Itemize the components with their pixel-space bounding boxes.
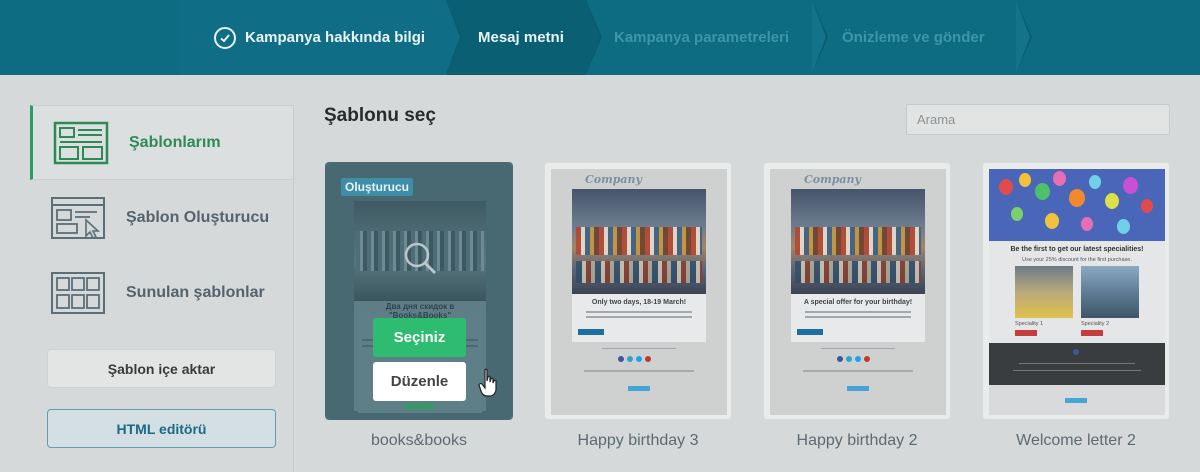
- wizard-step-preview-send[interactable]: Önizleme ve gönder: [812, 0, 1032, 75]
- my-templates-icon: [53, 121, 109, 164]
- sidebar-item-label: Sunulan şablonlar: [126, 283, 265, 301]
- magnifier-icon[interactable]: [403, 241, 437, 275]
- import-template-button[interactable]: Şablon içe aktar: [47, 349, 276, 388]
- html-editor-button[interactable]: HTML editörü: [47, 409, 276, 448]
- template-name: Welcome letter 2: [1016, 432, 1136, 449]
- preview-logo: Company: [585, 173, 642, 186]
- template-preview: Company A special offer for your birthda…: [770, 169, 946, 415]
- campaign-wizard: Önizleme ve gönder Kampanya parametreler…: [0, 0, 1200, 75]
- wizard-step-label: Önizleme ve gönder: [842, 29, 985, 46]
- sidebar-item-label: Şablonlarım: [129, 133, 221, 151]
- sidebar-item-template-builder[interactable]: Şablon Oluşturucu: [30, 180, 293, 255]
- wizard-step-label: Kampanya parametreleri: [614, 29, 790, 46]
- template-card-happy-birthday-2[interactable]: Company A special offer for your birthda…: [763, 162, 951, 420]
- template-preview-subheading: Use your 25% discount for the first purc…: [1022, 257, 1132, 263]
- template-preview-heading: A special offer for your birthday!: [803, 299, 913, 306]
- template-preview: Company Only two days, 18-19 March!: [551, 169, 727, 415]
- select-template-button[interactable]: Seçiniz: [373, 318, 466, 357]
- sidebar-item-my-templates[interactable]: Şablonlarım: [30, 105, 293, 180]
- wizard-step-label: Kampanya hakkında bilgi: [245, 29, 426, 46]
- template-builder-icon: [51, 196, 105, 239]
- template-sidebar: Şablonlarım Şablon Oluşturucu Sunulan şa…: [30, 105, 294, 472]
- template-preview-heading: Only two days, 18-19 March!: [591, 299, 687, 306]
- preview-caption: Speciality 2: [1081, 321, 1110, 327]
- template-name: Happy birthday 3: [577, 432, 699, 449]
- edit-template-button[interactable]: Düzenle: [373, 362, 466, 401]
- template-name: Happy birthday 2: [796, 432, 918, 449]
- search-input[interactable]: [906, 104, 1170, 135]
- wizard-step-campaign-info[interactable]: Kampanya hakkında bilgi: [180, 0, 462, 75]
- wizard-step-label: Mesaj metni: [478, 29, 564, 46]
- builder-badge: Oluşturucu: [341, 178, 414, 196]
- hand-cursor-icon: [478, 368, 497, 397]
- check-circle-icon: [214, 26, 236, 49]
- template-name: books&books: [370, 432, 468, 449]
- template-card-books[interactable]: Два дня скидок в "Books&Books" Oluşturuc…: [325, 162, 513, 420]
- sidebar-item-label: Şablon Oluşturucu: [126, 208, 270, 226]
- template-card-happy-birthday-3[interactable]: Company Only two days, 18-19 March!: [544, 162, 732, 420]
- template-preview-heading: Be the first to get our latest specialit…: [1010, 246, 1144, 253]
- page-title: Şablonu seç: [324, 105, 436, 126]
- template-gallery-icon: [51, 271, 105, 314]
- sidebar-item-template-gallery[interactable]: Sunulan şablonlar: [30, 255, 293, 330]
- wizard-step-campaign-params[interactable]: Kampanya parametreleri: [586, 0, 828, 75]
- template-card-welcome-letter-2[interactable]: Be the first to get our latest specialit…: [982, 162, 1170, 420]
- preview-caption: Speciality 1: [1015, 321, 1044, 327]
- template-preview: Be the first to get our latest specialit…: [989, 169, 1165, 415]
- wizard-step-message-text[interactable]: Mesaj metni: [446, 0, 602, 75]
- preview-logo: Company: [804, 173, 861, 186]
